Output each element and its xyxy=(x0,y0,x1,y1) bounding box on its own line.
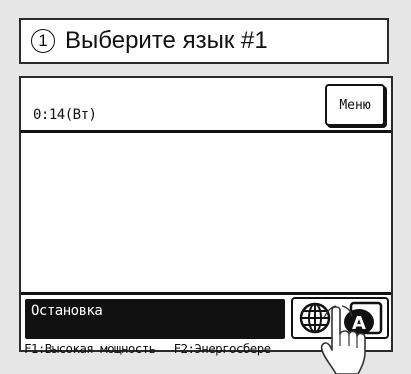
device-panel: 1 Выберите язык #1 0:14(Вт) Меню Останов… xyxy=(0,0,411,374)
f2-label: F2:Энергосбере xyxy=(173,341,272,356)
f1-label: F1:Высокая мощность xyxy=(24,341,156,356)
status-divider xyxy=(21,292,391,295)
pointing-hand-icon xyxy=(320,305,366,374)
step-number-badge: 1 xyxy=(31,29,55,53)
function-key-legend: F1:Высокая мощность F2:Энергосбере xyxy=(24,341,271,356)
step-title-text: Выберите язык #1 xyxy=(65,27,268,54)
step-title: 1 Выберите язык #1 xyxy=(19,18,389,64)
status-bar: Остановка xyxy=(25,299,285,339)
menu-button[interactable]: Меню xyxy=(325,84,385,126)
header-divider xyxy=(21,130,391,133)
clock-display: 0:14(Вт) xyxy=(33,107,97,123)
